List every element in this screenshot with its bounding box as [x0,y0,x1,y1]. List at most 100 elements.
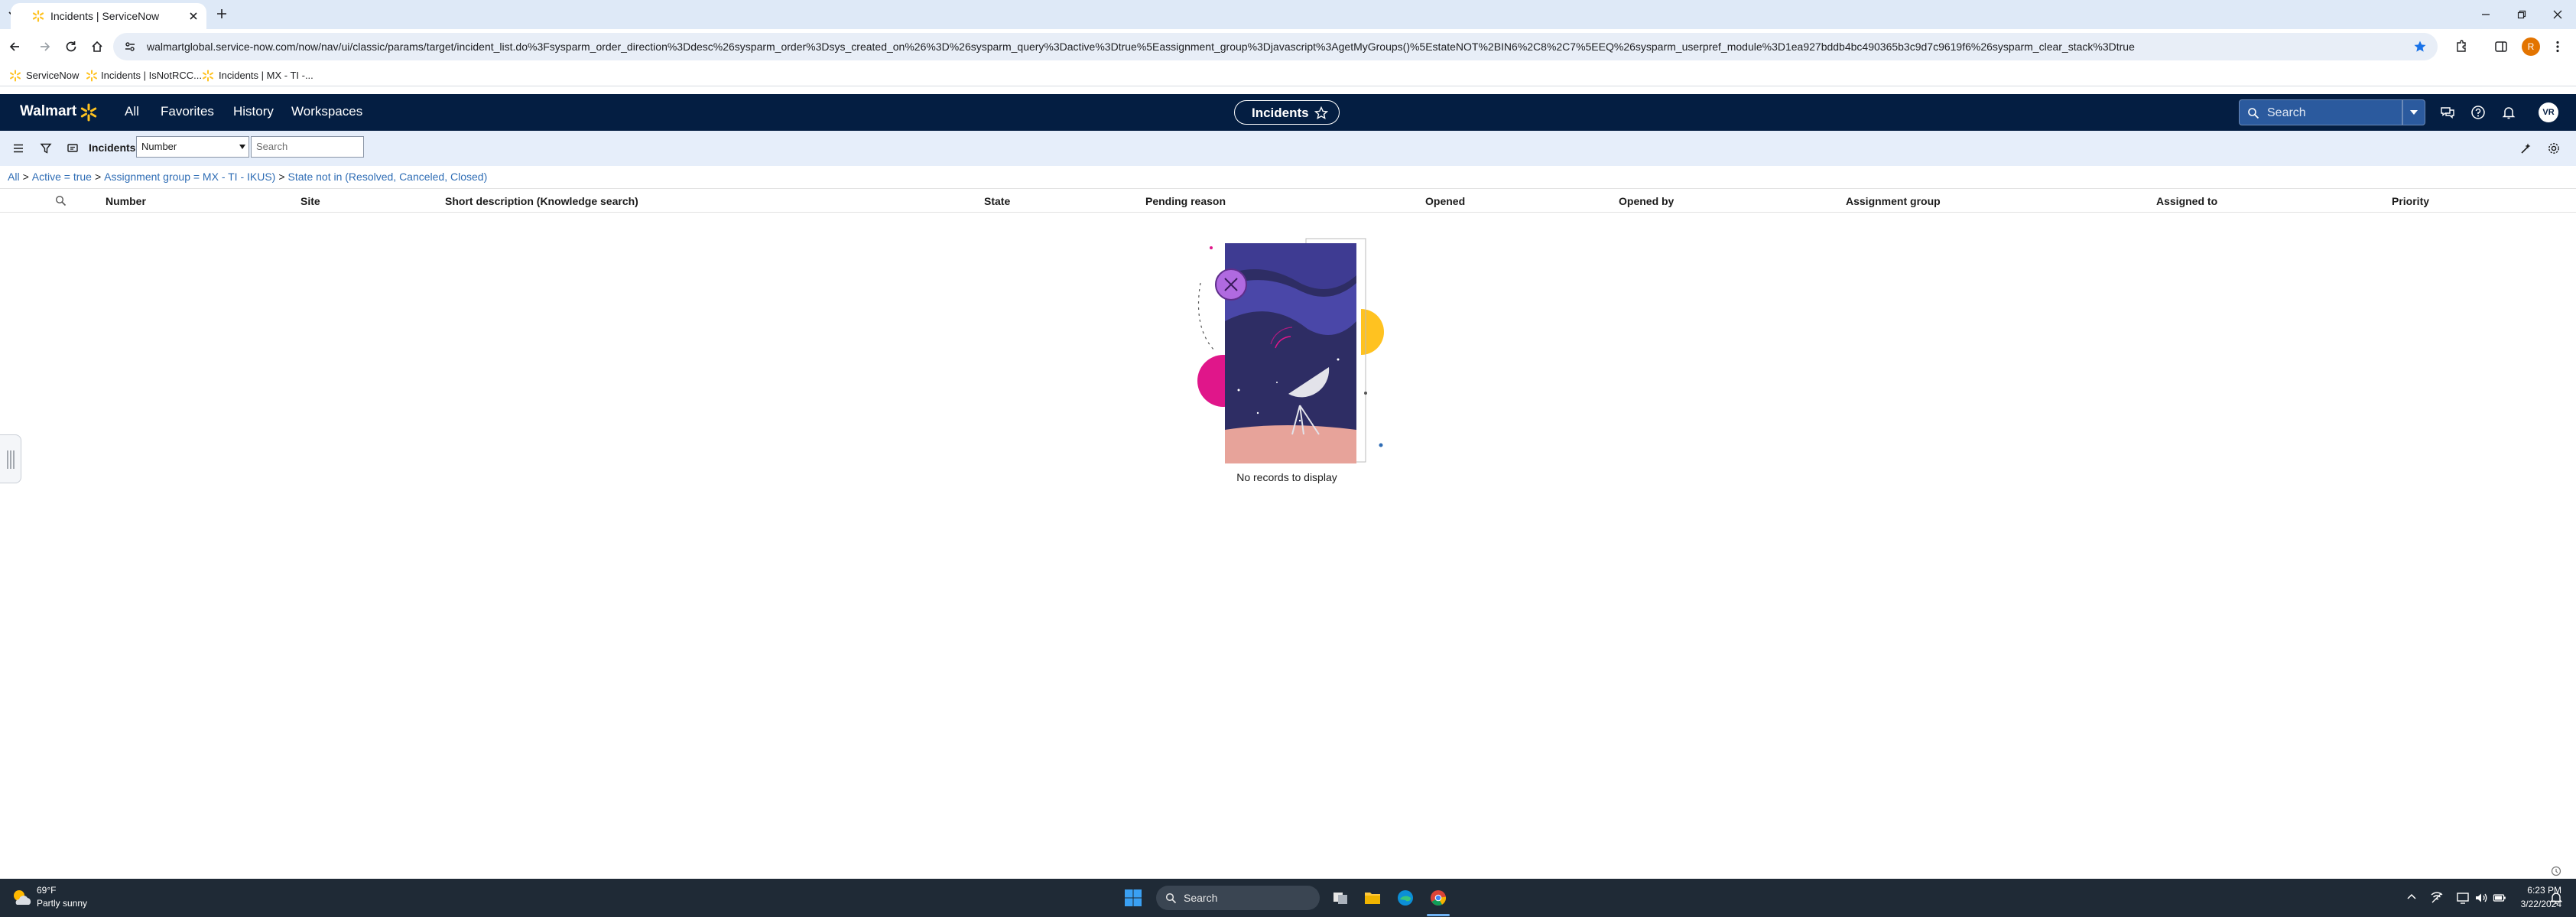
clock-time[interactable]: 6:23 PM [2470,885,2561,896]
column-state[interactable]: State [984,195,1010,207]
taskbar-search[interactable]: Search [1156,886,1320,910]
nav-favorites[interactable]: Favorites [161,104,214,119]
walmart-logo-text[interactable]: Walmart [20,103,76,120]
column-assigned-to[interactable]: Assigned to [2156,195,2217,207]
restore-window-icon[interactable] [2516,9,2527,20]
column-short-description[interactable]: Short description (Knowledge search) [445,195,638,207]
bookmark-incidents-mx-ti[interactable]: Incidents | MX - TI -... [219,70,313,81]
user-avatar[interactable]: VR [2539,102,2558,122]
context-title: Incidents [1252,106,1309,120]
bookmark-star-icon[interactable] [2413,40,2427,54]
column-pending-reason[interactable]: Pending reason [1145,195,1226,207]
new-tab-icon[interactable] [216,8,228,20]
column-number[interactable]: Number [106,195,146,207]
servicenow-header: Walmart All Favorites History Workspaces… [0,94,2576,131]
bookmark-favicon-icon [86,70,98,82]
address-bar[interactable]: walmartglobal.service-now.com/now/nav/ui… [113,33,2438,60]
browser-tab-strip: Incidents | ServiceNow [0,0,2576,29]
display-icon[interactable] [2456,891,2470,905]
tab-title: Incidents | ServiceNow [50,10,160,22]
breadcrumb-all[interactable]: All [8,171,20,183]
column-opened-by[interactable]: Opened by [1619,195,1674,207]
bookmark-incidents-isnotrcc[interactable]: Incidents | IsNotRCC... [101,70,202,81]
tab-close-icon[interactable] [188,11,199,21]
global-search-input[interactable]: Search [2239,99,2402,125]
grip-icon [6,449,15,470]
column-search-icon[interactable] [55,195,67,206]
windows-start-icon[interactable] [1124,889,1142,907]
no-records-message: No records to display [1236,471,1337,483]
filter-breadcrumb: All > Active = true > Assignment group = MX … [8,171,488,183]
browser-tab[interactable]: Incidents | ServiceNow [11,3,206,29]
no-records-illustration [1185,229,1392,474]
network-icon[interactable] [2430,891,2444,905]
weather-description: Partly sunny [37,898,88,909]
list-settings-gear-icon[interactable] [2547,141,2561,155]
clock-date[interactable]: 3/22/2024 [2470,899,2561,909]
search-field-value: Number [141,141,177,152]
list-title: Incidents [89,141,136,154]
context-title-pill[interactable]: Incidents [1234,100,1340,125]
side-panel-icon[interactable] [2494,40,2508,54]
windows-taskbar: 69°F Partly sunny Search 6:23 PM 3/22/20… [0,879,2576,917]
taskbar-search-label: Search [1184,892,1218,904]
search-field-select[interactable]: Number [136,136,249,158]
file-explorer-icon[interactable] [1363,889,1382,907]
close-window-icon[interactable] [2552,9,2563,20]
sidebar-drag-handle[interactable] [0,434,21,483]
profile-avatar[interactable]: R [2522,37,2540,56]
extensions-icon[interactable] [2454,40,2468,54]
breadcrumb-assignment-group[interactable]: Assignment group = MX - TI - IKUS) [104,171,275,183]
home-icon[interactable] [90,40,104,54]
list-search-placeholder: Search [256,141,288,152]
filter-icon[interactable] [40,142,52,154]
search-icon [1165,893,1177,904]
bookmarks-bar: ServiceNow Incidents | IsNotRCC... Incid… [0,65,2576,86]
activity-stream-icon[interactable] [67,142,79,154]
search-scope-dropdown[interactable] [2402,99,2425,125]
list-context-menu-icon[interactable] [12,142,24,154]
list-search-input[interactable]: Search [251,136,364,158]
list-column-headers: Number Site Short description (Knowledge… [0,188,2576,213]
search-placeholder: Search [2267,106,2306,119]
column-site[interactable]: Site [300,195,320,207]
minimize-window-icon[interactable] [2480,9,2491,20]
edge-browser-icon[interactable] [1396,889,1415,907]
walmart-spark-icon [80,103,98,122]
nav-all[interactable]: All [125,104,139,119]
page-info-icon[interactable] [2551,866,2561,876]
active-app-indicator [1427,914,1450,916]
bookmark-favicon-icon [9,70,21,82]
weather-temperature: 69°F [37,885,57,896]
bookmark-favicon-icon [202,70,214,82]
show-hidden-icons-icon[interactable] [2406,892,2417,902]
back-icon[interactable] [8,40,21,54]
column-opened[interactable]: Opened [1425,195,1465,207]
browser-toolbar: walmartglobal.service-now.com/now/nav/ui… [0,29,2576,65]
nav-history[interactable]: History [233,104,274,119]
chevron-down-icon [2409,108,2419,117]
select-arrow-icon [239,145,245,149]
list-toolbar: Incidents Number Search [0,131,2576,166]
browser-menu-icon[interactable] [2551,40,2565,54]
help-icon[interactable] [2470,105,2486,120]
task-view-icon[interactable] [1331,889,1350,907]
notification-center-icon[interactable] [2550,891,2562,905]
site-info-icon[interactable] [124,41,136,53]
bookmark-servicenow[interactable]: ServiceNow [26,70,79,81]
personalize-list-icon[interactable] [2520,142,2532,154]
favorite-star-icon[interactable] [1314,106,1328,120]
chat-icon[interactable] [2440,105,2455,120]
chrome-browser-icon[interactable] [1429,889,1447,907]
breadcrumb-state[interactable]: State not in (Resolved, Canceled, Closed… [288,171,488,183]
column-priority[interactable]: Priority [2392,195,2429,207]
breadcrumb-active[interactable]: Active = true [32,171,92,183]
forward-icon[interactable] [38,40,52,54]
nav-workspaces[interactable]: Workspaces [291,104,362,119]
url-text[interactable]: walmartglobal.service-now.com/now/nav/ui… [147,41,2135,53]
weather-sun-cloud-icon[interactable] [11,888,32,908]
column-assignment-group[interactable]: Assignment group [1846,195,1941,207]
reload-icon[interactable] [64,40,78,54]
notifications-bell-icon[interactable] [2501,105,2516,120]
search-icon [2247,107,2259,119]
